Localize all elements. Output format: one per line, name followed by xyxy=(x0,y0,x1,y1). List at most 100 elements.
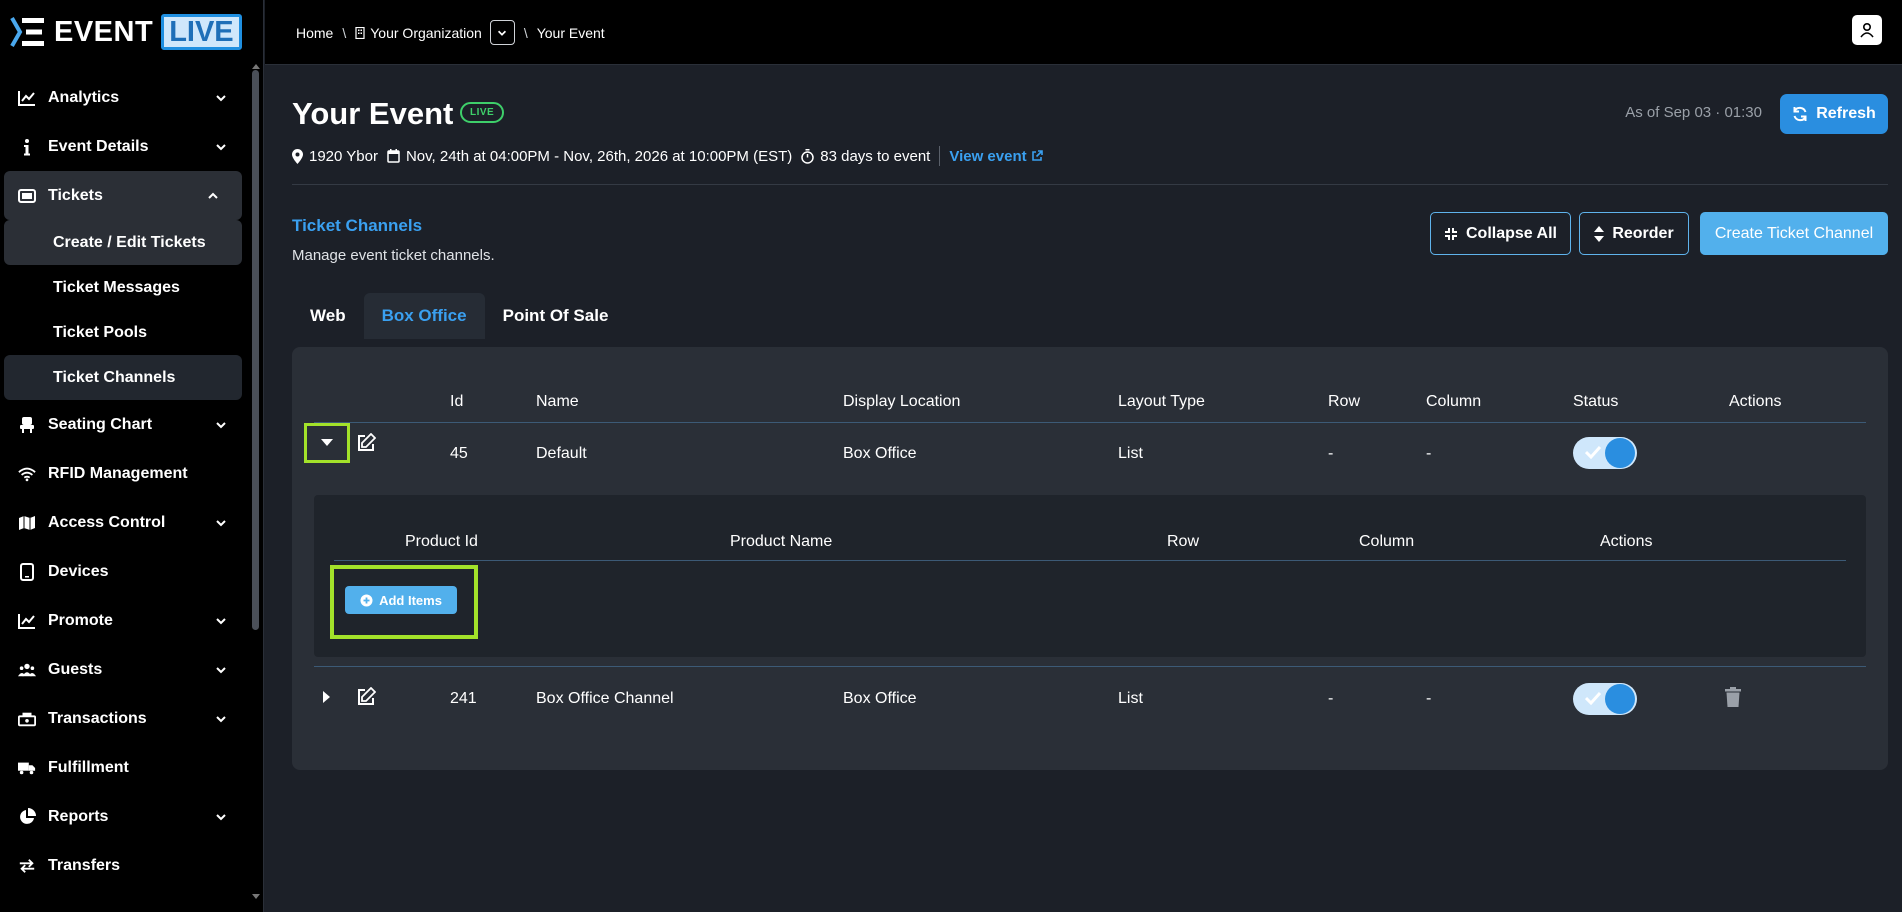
sidebar-item-transfers[interactable]: Transfers xyxy=(0,841,250,890)
exchange-icon xyxy=(18,857,36,875)
sidebar-item-label: Access Control xyxy=(48,513,166,531)
sidebar-item-guests[interactable]: Guests xyxy=(0,645,250,694)
event-dates-text: Nov, 24th at 04:00PM - Nov, 26th, 2026 a… xyxy=(405,147,793,165)
calendar-icon xyxy=(387,149,400,163)
channel-products-panel: Product Id Product Name Row Column Actio… xyxy=(314,495,1866,657)
edit-icon[interactable] xyxy=(356,433,376,453)
reorder-label: Reorder xyxy=(1612,224,1674,242)
truck-icon xyxy=(18,759,36,777)
column-header-actions: Actions xyxy=(1600,533,1653,550)
tab-box-office[interactable]: Box Office xyxy=(363,293,485,339)
toggle-knob xyxy=(1605,438,1635,468)
caret-down-icon xyxy=(321,439,333,446)
reorder-button[interactable]: Reorder xyxy=(1579,212,1689,255)
sidebar-item-label: Seating Chart xyxy=(48,415,153,433)
sidebar-item-rfid-management[interactable]: RFID Management xyxy=(0,449,250,498)
scroll-up-arrow[interactable] xyxy=(252,64,260,69)
user-icon xyxy=(1860,22,1874,38)
breadcrumb-separator: \ xyxy=(523,24,528,41)
breadcrumb-event[interactable]: Your Event xyxy=(537,25,605,41)
sidebar-subitem-ticket-pools[interactable]: Ticket Pools xyxy=(4,310,242,355)
sidebar-item-label: Promote xyxy=(48,611,113,629)
collapse-all-label: Collapse All xyxy=(1466,224,1557,242)
event-dates: Nov, 24th at 04:00PM - Nov, 26th, 2026 a… xyxy=(387,148,792,165)
info-icon xyxy=(18,138,36,156)
sidebar-item-label: RFID Management xyxy=(48,464,188,482)
sidebar-item-label: Fulfillment xyxy=(48,758,129,776)
sidebar-nav: Analytics Event Details Tickets Create /… xyxy=(0,73,250,890)
cell-column: - xyxy=(1426,690,1432,707)
column-header-display-location: Display Location xyxy=(843,393,961,410)
chevron-down-icon xyxy=(216,519,226,526)
sidebar-item-reports[interactable]: Reports xyxy=(0,792,250,841)
main-content: Your Event LIVE 1920 Ybor Nov, 24th at 0… xyxy=(265,66,1902,912)
sidebar-scrollbar[interactable] xyxy=(252,70,259,630)
wifi-icon xyxy=(18,465,36,483)
chevron-down-icon xyxy=(216,421,226,428)
sidebar-item-label: Event Details xyxy=(48,137,149,155)
sidebar-item-event-details[interactable]: Event Details xyxy=(0,122,250,171)
sidebar-item-transactions[interactable]: Transactions xyxy=(0,694,250,743)
event-live-logo-icon xyxy=(10,17,44,47)
map-icon xyxy=(18,514,36,532)
tab-web[interactable]: Web xyxy=(292,293,364,339)
sidebar-item-label: Reports xyxy=(48,807,109,825)
user-menu-button[interactable] xyxy=(1852,15,1882,45)
section-subtitle: Manage event ticket channels. xyxy=(292,247,495,264)
refresh-button[interactable]: Refresh xyxy=(1780,94,1888,134)
breadcrumb-organization[interactable]: Your Organization xyxy=(370,25,482,41)
column-header-column: Column xyxy=(1426,393,1482,410)
sidebar-subitem-ticket-channels[interactable]: Ticket Channels xyxy=(4,355,242,400)
tab-point-of-sale[interactable]: Point Of Sale xyxy=(485,293,627,339)
chevron-down-icon xyxy=(216,666,226,673)
sidebar-item-access-control[interactable]: Access Control xyxy=(0,498,250,547)
sidebar-subitem-ticket-messages[interactable]: Ticket Messages xyxy=(4,265,242,310)
logo-live: LIVE xyxy=(161,14,242,50)
cell-layout-type: List xyxy=(1118,445,1143,462)
status-toggle[interactable] xyxy=(1573,437,1637,469)
row-collapse-toggle[interactable] xyxy=(304,423,350,463)
status-toggle[interactable] xyxy=(1573,683,1637,715)
divider xyxy=(292,184,1888,185)
cell-name: Box Office Channel xyxy=(536,690,674,707)
sidebar-item-devices[interactable]: Devices xyxy=(0,547,250,596)
scroll-down-arrow[interactable] xyxy=(252,894,260,899)
view-event-label: View event xyxy=(949,147,1027,165)
view-event-link[interactable]: View event xyxy=(949,147,1043,165)
event-venue-text: 1920 Ybor xyxy=(309,147,378,165)
chevron-down-icon xyxy=(498,30,507,36)
sidebar-item-label: Analytics xyxy=(48,88,120,106)
sidebar-item-label: Tickets xyxy=(48,186,103,204)
section-title: Ticket Channels xyxy=(292,216,423,235)
sidebar-item-fulfillment[interactable]: Fulfillment xyxy=(0,743,250,792)
sidebar: EVENT LIVE Analytics Event Details Ticke… xyxy=(0,0,264,912)
check-icon xyxy=(1585,691,1601,705)
sidebar-subitem-create-edit-tickets[interactable]: Create / Edit Tickets xyxy=(4,220,242,265)
column-header-id: Id xyxy=(450,393,464,410)
sidebar-item-label: Devices xyxy=(48,562,109,580)
brand-logo[interactable]: EVENT LIVE xyxy=(10,14,242,50)
logo-text: EVENT xyxy=(54,15,154,48)
header-divider xyxy=(334,560,1846,561)
breadcrumb-home[interactable]: Home xyxy=(296,25,333,41)
create-ticket-channel-button[interactable]: Create Ticket Channel xyxy=(1700,212,1888,255)
sidebar-item-label: Transfers xyxy=(48,856,121,874)
add-items-button[interactable]: Add Items xyxy=(345,586,457,614)
sidebar-item-seating-chart[interactable]: Seating Chart xyxy=(0,400,250,449)
edit-icon[interactable] xyxy=(356,687,376,707)
cell-id: 241 xyxy=(450,690,477,707)
sidebar-item-promote[interactable]: Promote xyxy=(0,596,250,645)
trash-icon[interactable] xyxy=(1724,687,1742,707)
event-meta: 1920 Ybor Nov, 24th at 04:00PM - Nov, 26… xyxy=(292,146,1043,166)
compress-icon xyxy=(1445,227,1457,240)
refresh-icon xyxy=(1793,106,1807,122)
sidebar-item-tickets[interactable]: Tickets xyxy=(4,171,242,220)
collapse-all-button[interactable]: Collapse All xyxy=(1430,212,1571,255)
sidebar-item-analytics[interactable]: Analytics xyxy=(0,73,250,122)
cell-id: 45 xyxy=(450,445,468,462)
organization-dropdown[interactable] xyxy=(489,20,515,45)
column-header-layout-type: Layout Type xyxy=(1118,393,1205,410)
cell-display-location: Box Office xyxy=(843,690,917,707)
row-expand-toggle[interactable] xyxy=(304,677,350,717)
column-header-row: Row xyxy=(1167,533,1200,550)
